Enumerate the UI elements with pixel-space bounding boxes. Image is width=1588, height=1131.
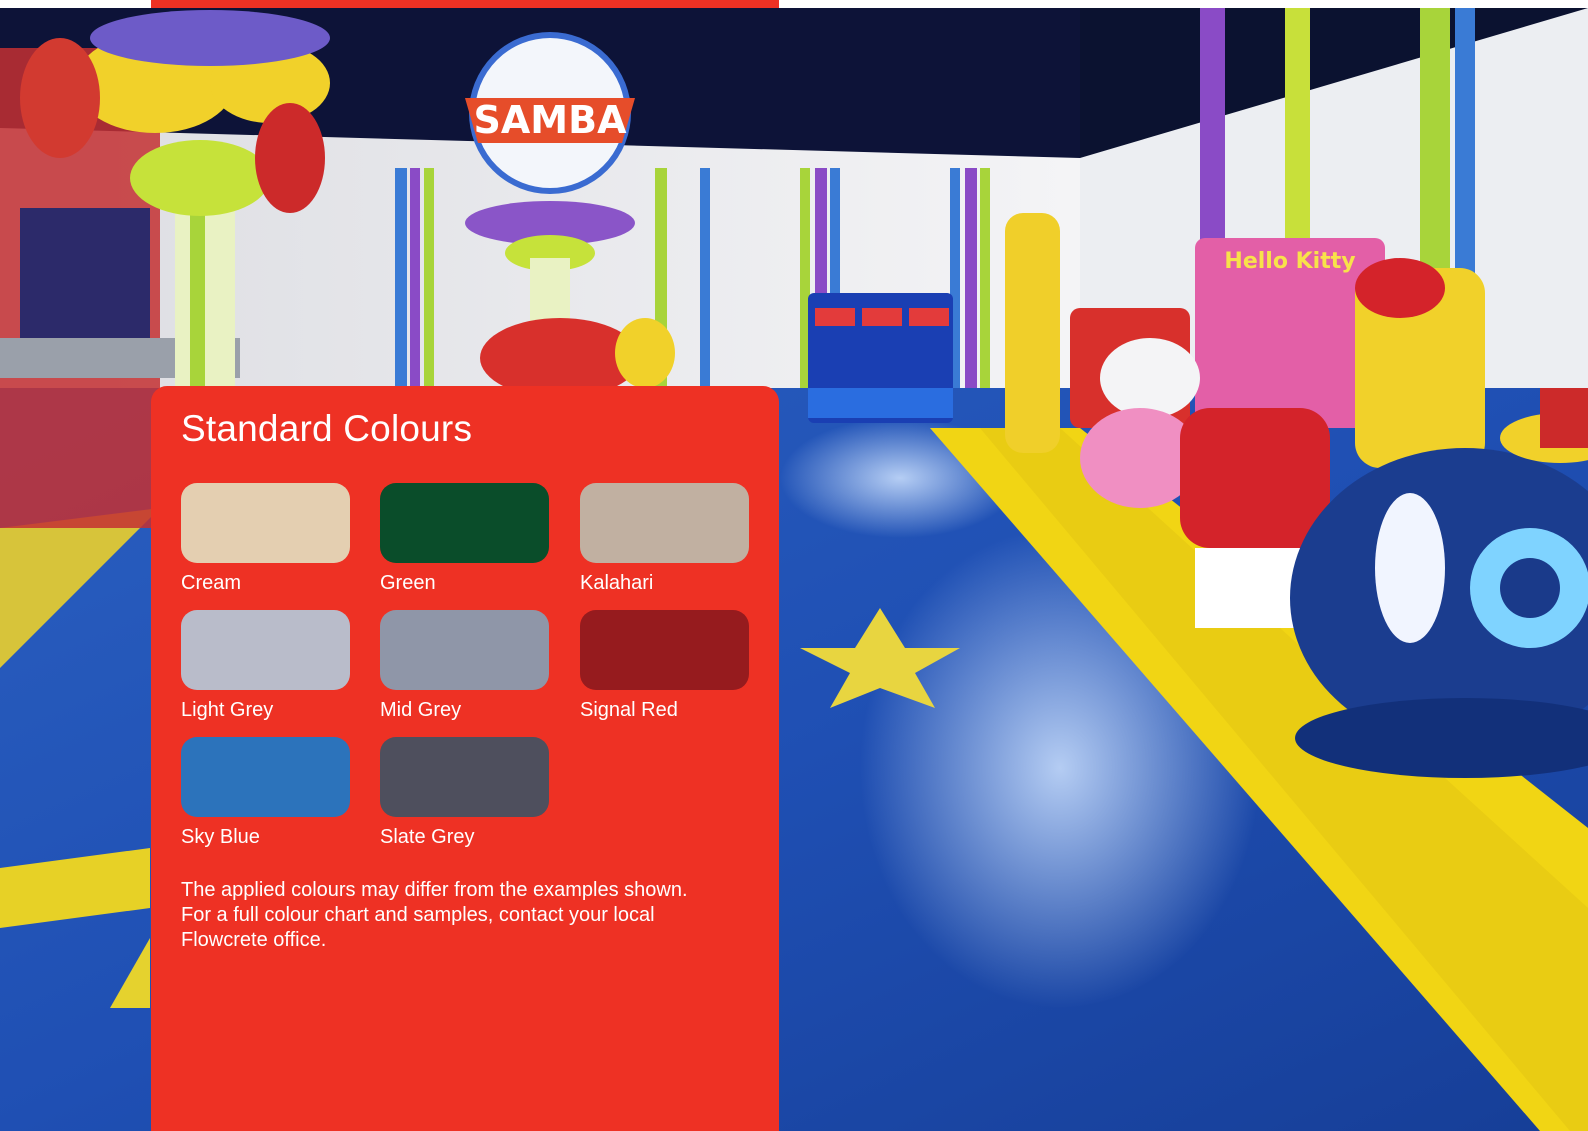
disclaimer-line: Flowcrete office. bbox=[181, 929, 327, 951]
swatch-chip bbox=[580, 610, 749, 690]
swatch-chip bbox=[380, 483, 549, 563]
swatch-green: Green bbox=[380, 483, 550, 595]
swatch-chip bbox=[181, 610, 350, 690]
swatch-kalahari: Kalahari bbox=[580, 483, 750, 595]
swatch-label: Light Grey bbox=[181, 699, 274, 721]
swatch-chip bbox=[380, 610, 549, 690]
swatch-label: Mid Grey bbox=[380, 699, 462, 721]
swatch-label: Green bbox=[380, 572, 436, 594]
swatch-chip bbox=[380, 737, 549, 817]
swatch-cream: Cream bbox=[181, 483, 351, 595]
swatch-signal-red: Signal Red bbox=[580, 610, 750, 722]
swatch-label: Kalahari bbox=[580, 572, 654, 594]
swatch-label: Slate Grey bbox=[380, 826, 475, 848]
disclaimer-line: For a full colour chart and samples, con… bbox=[181, 904, 655, 926]
swatch-sky-blue: Sky Blue bbox=[181, 737, 351, 849]
swatch-light-grey: Light Grey bbox=[181, 610, 351, 722]
top-accent-band bbox=[151, 0, 779, 8]
swatch-chip bbox=[580, 483, 749, 563]
swatch-slate-grey: Slate Grey bbox=[380, 737, 550, 849]
standard-colours-panel: Standard Colours Cream Green Kalahari Li… bbox=[151, 386, 779, 1131]
swatch-label: Sky Blue bbox=[181, 826, 260, 848]
panel-title: Standard Colours bbox=[181, 408, 473, 449]
swatch-label: Cream bbox=[181, 572, 242, 594]
colour-disclaimer: The applied colours may differ from the … bbox=[181, 878, 741, 953]
swatch-label: Signal Red bbox=[580, 699, 678, 721]
disclaimer-line: The applied colours may differ from the … bbox=[181, 879, 688, 901]
swatch-mid-grey: Mid Grey bbox=[380, 610, 550, 722]
hello-kitty-sign-text: Hello Kitty bbox=[1224, 249, 1355, 274]
swatch-chip bbox=[181, 483, 350, 563]
brochure-page: SAMBA Hello Kitty Standard Colours Cream… bbox=[0, 0, 1588, 1131]
samba-sign-text: SAMBA bbox=[474, 98, 628, 142]
swatch-chip bbox=[181, 737, 350, 817]
